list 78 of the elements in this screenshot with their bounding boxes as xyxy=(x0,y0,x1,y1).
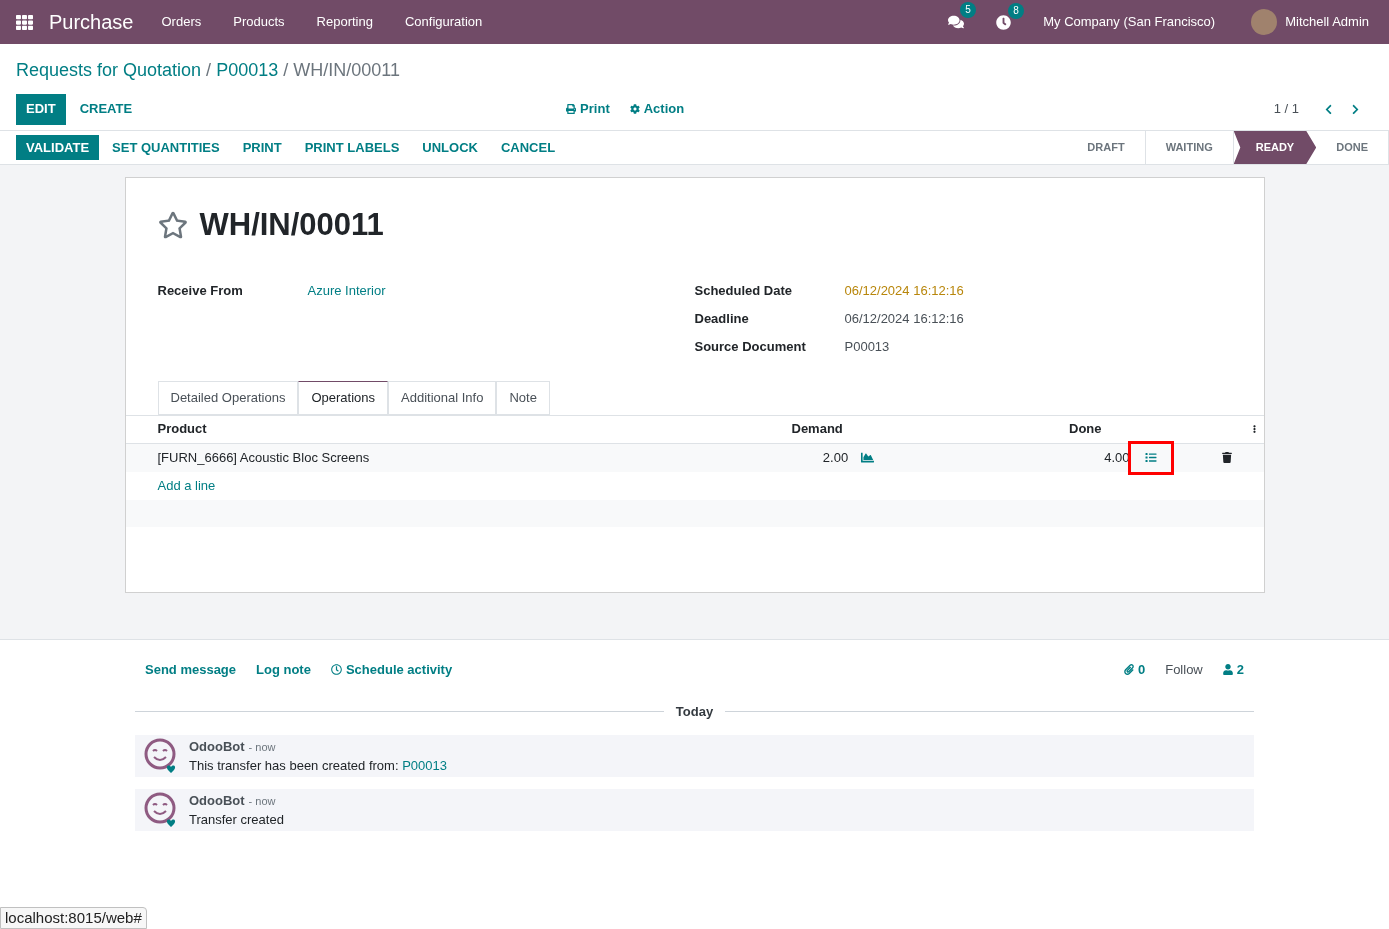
person-icon xyxy=(1222,664,1233,676)
browser-status-url: localhost:8015/web# xyxy=(0,907,147,929)
followers-button[interactable]: 2 xyxy=(1222,660,1244,680)
delete-icon[interactable] xyxy=(1221,452,1232,463)
print-menu-button[interactable]: Print xyxy=(566,99,610,119)
add-line-link[interactable]: Add a line xyxy=(157,475,216,496)
nav-menu-item[interactable]: Configuration xyxy=(404,12,483,32)
message-body: Transfer created xyxy=(189,811,284,829)
workflow-button[interactable]: SET QUANTITIES xyxy=(102,135,230,160)
message-link[interactable]: P00013 xyxy=(402,758,447,773)
breadcrumb-separator: / xyxy=(283,59,289,82)
previous-icon[interactable] xyxy=(1323,103,1334,115)
field-label: Deadline xyxy=(694,309,750,328)
workflow-button[interactable]: PRINT LABELS xyxy=(294,135,410,160)
workflow-button[interactable]: UNLOCK xyxy=(412,135,488,160)
column-header[interactable]: Demand xyxy=(791,419,840,439)
printer-icon xyxy=(566,104,577,114)
notebook-tab[interactable]: Detailed Operations xyxy=(157,380,299,415)
table-cell-text: [FURN_6666] Acoustic Bloc Screens xyxy=(157,448,371,467)
breadcrumb-item[interactable]: P00013 xyxy=(216,57,279,84)
clock-icon xyxy=(330,664,342,676)
attachments-button[interactable]: 0 xyxy=(1123,660,1146,680)
edit-button[interactable]: EDIT xyxy=(16,93,66,125)
app-name[interactable]: Purchase xyxy=(49,7,134,37)
field-label: Receive From xyxy=(157,281,244,300)
record-title: WH/IN/00011 xyxy=(199,206,384,244)
message-time: - now xyxy=(248,739,276,755)
paperclip-icon xyxy=(1123,664,1134,676)
activities-icon[interactable] xyxy=(996,14,1012,30)
list-icon xyxy=(1144,452,1157,463)
field-value[interactable]: Azure Interior xyxy=(307,280,386,301)
message-author: OdooBot xyxy=(189,737,245,756)
forecast-chart-icon[interactable] xyxy=(860,451,876,464)
status-stage[interactable]: READY xyxy=(1233,131,1317,164)
message-body: This transfer has been created from: P00013 xyxy=(189,757,447,775)
breadcrumb-item[interactable]: Requests for Quotation xyxy=(16,57,202,84)
gear-icon xyxy=(629,104,640,114)
company-switcher[interactable]: My Company (San Francisco) xyxy=(1043,12,1216,32)
notebook-tab[interactable]: Additional Info xyxy=(388,380,497,415)
table-cell-text: 2.00 xyxy=(821,448,849,467)
status-stage[interactable]: WAITING xyxy=(1145,131,1234,164)
follow-button[interactable]: Follow xyxy=(1165,660,1203,680)
messages-count-badge: 5 xyxy=(960,2,976,18)
schedule-activity-link[interactable]: Schedule activity xyxy=(330,660,453,680)
star-icon[interactable] xyxy=(157,210,188,241)
workflow-button[interactable]: CANCEL xyxy=(490,135,566,160)
next-icon[interactable] xyxy=(1350,103,1361,115)
status-stage[interactable]: DRAFT xyxy=(1067,131,1146,164)
workflow-button[interactable]: PRINT xyxy=(232,135,292,160)
log-note-link[interactable]: Log note xyxy=(256,660,311,680)
status-stage[interactable]: DONE xyxy=(1316,131,1389,164)
workflow-button[interactable]: VALIDATE xyxy=(16,135,100,160)
notebook-tab[interactable]: Operations xyxy=(298,380,388,415)
breadcrumb-separator: / xyxy=(206,59,212,82)
messages-icon[interactable] xyxy=(948,14,965,30)
action-menu-button[interactable]: Action xyxy=(629,99,685,119)
field-label: Scheduled Date xyxy=(694,281,794,300)
apps-menu-icon[interactable] xyxy=(16,13,33,31)
column-header[interactable]: Product xyxy=(157,419,792,439)
field-value: 06/12/2024 16:12:16 xyxy=(844,281,964,300)
user-menu[interactable]: Mitchell Admin xyxy=(1285,12,1369,32)
nav-menu-item[interactable]: Orders xyxy=(161,12,202,32)
nav-menu-item[interactable]: Reporting xyxy=(316,12,373,32)
column-options-icon[interactable] xyxy=(1252,424,1256,434)
field-label: Source Document xyxy=(694,337,807,356)
create-button[interactable]: CREATE xyxy=(69,93,143,125)
date-separator: Today xyxy=(674,702,715,721)
nav-menu-item[interactable]: Products xyxy=(233,12,285,32)
activities-count-badge: 8 xyxy=(1008,2,1024,19)
notebook-tab[interactable]: Note xyxy=(496,380,550,415)
breadcrumb-item: WH/IN/00011 xyxy=(293,59,400,82)
message-author: OdooBot xyxy=(189,791,245,810)
field-value: 06/12/2024 16:12:16 xyxy=(844,309,964,328)
detailed-operations-button[interactable] xyxy=(1127,440,1174,475)
field-value: P00013 xyxy=(844,337,890,356)
message-time: - now xyxy=(248,793,276,809)
send-message-link[interactable]: Send message xyxy=(145,660,237,680)
pager-value: 1 / 1 xyxy=(1273,100,1299,119)
